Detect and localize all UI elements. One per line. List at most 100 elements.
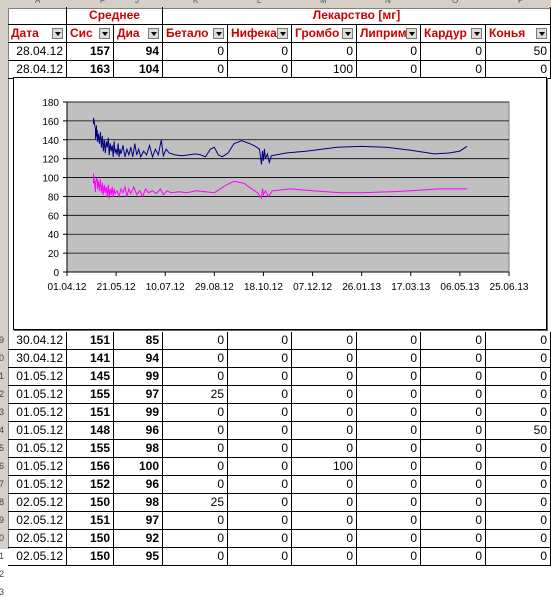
table-bottom-cell[interactable]: 0 [228, 350, 292, 368]
table-bottom-cell[interactable]: 0 [486, 476, 551, 494]
table-bottom-cell[interactable]: 148 [67, 422, 114, 440]
table-bottom-cell[interactable]: 0 [357, 422, 421, 440]
table-bottom-cell[interactable]: 94 [114, 350, 163, 368]
table-bottom-cell[interactable]: 0 [357, 368, 421, 386]
table-bottom-cell[interactable]: 01.05.12 [8, 368, 67, 386]
table-bottom-cell[interactable]: 02.05.12 [8, 548, 67, 566]
table-bottom-cell[interactable]: 01.05.12 [8, 476, 67, 494]
table-bottom-cell[interactable]: 0 [486, 368, 551, 386]
table-bottom-cell[interactable]: 0 [163, 548, 228, 566]
table-bottom-cell[interactable]: 0 [421, 458, 486, 476]
table-bottom-cell[interactable]: 151 [67, 512, 114, 530]
table-bottom-cell[interactable]: 0 [292, 476, 357, 494]
table-bottom-cell[interactable]: 0 [292, 512, 357, 530]
filter-dropdown-icon[interactable] [471, 28, 482, 39]
col-letter-k[interactable]: K [193, 0, 198, 5]
table-bottom-cell[interactable]: 0 [163, 350, 228, 368]
table-bottom-cell[interactable]: 97 [114, 386, 163, 404]
filter-dropdown-icon[interactable] [536, 28, 547, 39]
table-bottom-cell[interactable]: 0 [163, 368, 228, 386]
table-bottom-cell[interactable]: 0 [228, 404, 292, 422]
table-top-cell[interactable]: 50 [486, 43, 551, 61]
table-bottom-cell[interactable]: 0 [421, 548, 486, 566]
table-bottom-cell[interactable]: 97 [114, 512, 163, 530]
row-number[interactable]: 4 [0, 425, 4, 435]
row-number[interactable]: 1 [0, 551, 4, 561]
table-bottom-cell[interactable]: 0 [421, 512, 486, 530]
table-bottom-cell[interactable]: 0 [163, 440, 228, 458]
table-bottom-cell[interactable]: 25 [163, 386, 228, 404]
table-bottom-cell[interactable]: 156 [67, 458, 114, 476]
table-bottom-cell[interactable]: 02.05.12 [8, 512, 67, 530]
chart-area[interactable]: 0 20 40 60 80 100 120 140 160 180 01.04.12 21.05.12… [13, 77, 547, 330]
col-letter-p[interactable]: P [518, 0, 523, 5]
table-bottom-cell[interactable]: 0 [228, 494, 292, 512]
column-header-1[interactable]: Сис [67, 25, 114, 43]
table-bottom-cell[interactable]: 96 [114, 476, 163, 494]
table-bottom-cell[interactable]: 0 [486, 404, 551, 422]
row-number[interactable]: 0 [0, 353, 4, 363]
table-bottom-cell[interactable]: 0 [357, 332, 421, 350]
table-top-cell[interactable]: 0 [163, 43, 228, 61]
table-top-cell[interactable]: 0 [357, 43, 421, 61]
table-bottom-cell[interactable]: 99 [114, 404, 163, 422]
filter-dropdown-icon[interactable] [148, 28, 159, 39]
table-top-cell[interactable]: 157 [67, 43, 114, 61]
table-bottom-cell[interactable]: 0 [228, 458, 292, 476]
row-number[interactable]: 3 [0, 587, 4, 597]
table-bottom-cell[interactable]: 0 [421, 422, 486, 440]
table-bottom-cell[interactable]: 0 [357, 350, 421, 368]
table-bottom-cell[interactable]: 50 [486, 422, 551, 440]
filter-dropdown-icon[interactable] [213, 28, 224, 39]
table-bottom-cell[interactable]: 96 [114, 422, 163, 440]
table-bottom-cell[interactable]: 99 [114, 368, 163, 386]
table-bottom-cell[interactable]: 150 [67, 494, 114, 512]
row-number[interactable]: 3 [0, 407, 4, 417]
table-bottom-cell[interactable]: 0 [163, 404, 228, 422]
col-letter-o[interactable]: O [452, 0, 458, 5]
table-bottom-cell[interactable]: 02.05.12 [8, 494, 67, 512]
filter-dropdown-icon[interactable] [99, 28, 110, 39]
column-header-8[interactable]: Конья [486, 25, 551, 43]
table-bottom-cell[interactable]: 0 [292, 404, 357, 422]
table-bottom-cell[interactable]: 01.05.12 [8, 440, 67, 458]
row-number[interactable]: 5 [0, 443, 4, 453]
table-bottom-cell[interactable]: 0 [163, 530, 228, 548]
table-bottom-cell[interactable]: 0 [163, 512, 228, 530]
column-header-7[interactable]: Кардур [421, 25, 486, 43]
table-bottom-cell[interactable]: 155 [67, 440, 114, 458]
table-bottom-cell[interactable]: 0 [228, 530, 292, 548]
table-bottom-cell[interactable]: 0 [292, 350, 357, 368]
table-bottom-cell[interactable]: 01.05.12 [8, 404, 67, 422]
column-header-4[interactable]: Нифека [228, 25, 292, 43]
table-bottom-cell[interactable]: 0 [228, 368, 292, 386]
table-bottom-cell[interactable]: 150 [67, 530, 114, 548]
column-header-2[interactable]: Диа [114, 25, 163, 43]
filter-dropdown-icon[interactable] [277, 28, 288, 39]
table-bottom-cell[interactable]: 0 [228, 332, 292, 350]
table-bottom-cell[interactable]: 151 [67, 332, 114, 350]
table-bottom-cell[interactable]: 0 [228, 512, 292, 530]
table-bottom-cell[interactable]: 01.05.12 [8, 386, 67, 404]
table-top-cell[interactable]: 0 [228, 43, 292, 61]
table-bottom-cell[interactable]: 0 [228, 440, 292, 458]
table-bottom-cell[interactable]: 0 [486, 458, 551, 476]
table-bottom-cell[interactable]: 0 [357, 386, 421, 404]
table-bottom-cell[interactable]: 0 [292, 494, 357, 512]
table-bottom-cell[interactable]: 0 [292, 386, 357, 404]
table-bottom-cell[interactable]: 0 [292, 530, 357, 548]
table-bottom-cell[interactable]: 0 [486, 386, 551, 404]
table-bottom-cell[interactable]: 85 [114, 332, 163, 350]
table-bottom-cell[interactable]: 0 [357, 458, 421, 476]
table-bottom-cell[interactable]: 98 [114, 440, 163, 458]
table-bottom-cell[interactable]: 155 [67, 386, 114, 404]
table-bottom-cell[interactable]: 141 [67, 350, 114, 368]
table-bottom-cell[interactable]: 98 [114, 494, 163, 512]
table-bottom-cell[interactable]: 0 [486, 512, 551, 530]
col-letter-f[interactable]: F [100, 0, 105, 5]
col-letter-n[interactable]: N [385, 0, 391, 5]
table-bottom-cell[interactable]: 0 [357, 548, 421, 566]
table-bottom-cell[interactable]: 0 [292, 440, 357, 458]
row-number[interactable]: 2 [0, 569, 4, 579]
table-bottom-cell[interactable]: 100 [292, 458, 357, 476]
